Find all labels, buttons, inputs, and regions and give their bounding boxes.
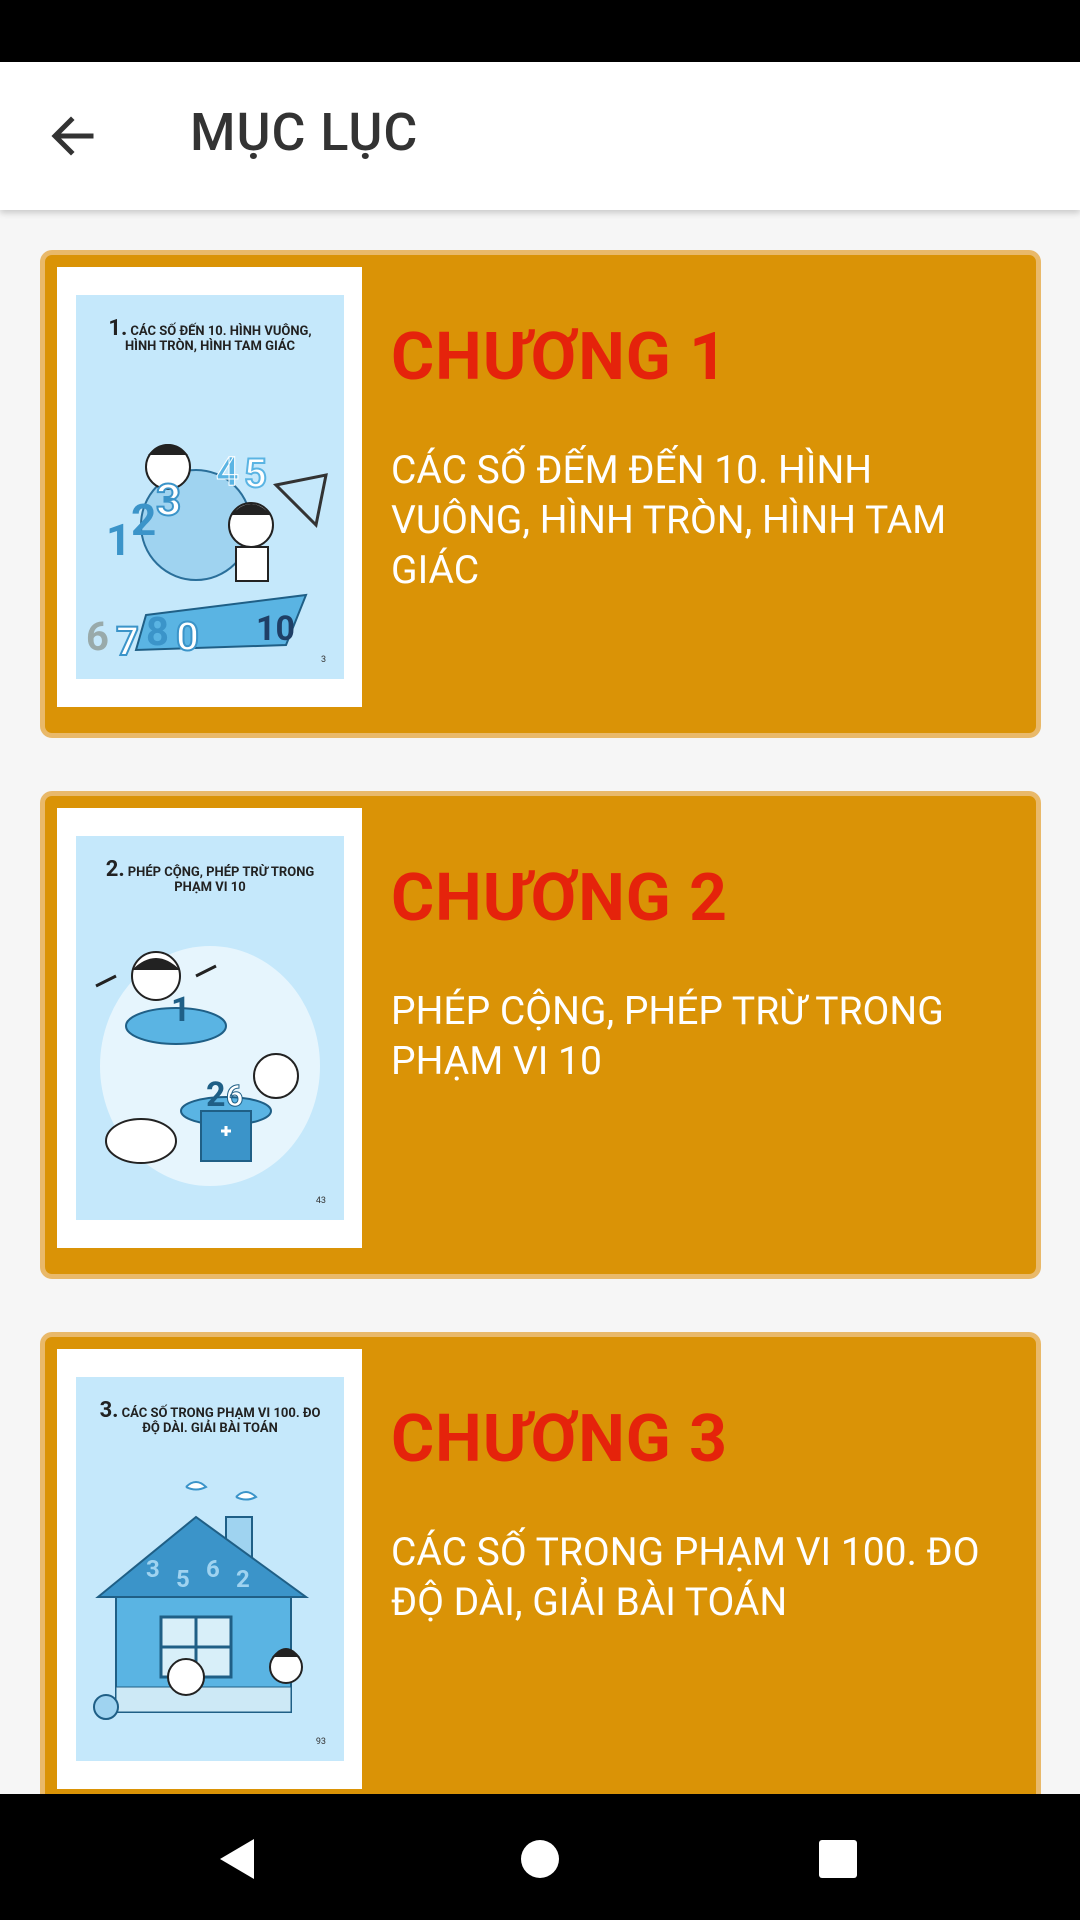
svg-text:5: 5	[176, 1565, 190, 1593]
svg-text:5: 5	[244, 450, 267, 497]
svg-text:1: 1	[171, 990, 191, 1030]
app-bar: MỤC LỤC	[0, 62, 1080, 210]
cover-title: 2. PHÉP CỘNG, PHÉP TRỪ TRONG PHẠM VI 10	[105, 857, 315, 896]
svg-text:1: 1	[106, 514, 131, 566]
back-button[interactable]	[30, 98, 116, 174]
arrow-left-icon	[51, 116, 94, 156]
kids-magic-hat-illustration: 1 2 6	[95, 946, 320, 1186]
chapter-cover-3: 3. CÁC SỐ TRONG PHẠM VI 100. ĐO ĐỘ DÀI. G…	[57, 1349, 362, 1789]
triangle-back-icon	[220, 1839, 254, 1879]
cover-illustration: 3. CÁC SỐ TRONG PHẠM VI 100. ĐO ĐỘ DÀI. G…	[76, 1377, 344, 1761]
svg-text:0: 0	[176, 613, 199, 660]
chapter-heading: CHƯƠNG 2	[391, 860, 729, 937]
status-bar	[0, 0, 1080, 62]
chapter-card-2[interactable]: 2. PHÉP CỘNG, PHÉP TRỪ TRONG PHẠM VI 10 1…	[40, 791, 1041, 1279]
cover-title: 3. CÁC SỐ TRONG PHẠM VI 100. ĐO ĐỘ DÀI. G…	[99, 1398, 321, 1437]
svg-text:8: 8	[146, 608, 169, 655]
chapter-heading: CHƯƠNG 3	[391, 1401, 729, 1478]
svg-text:3: 3	[146, 1555, 160, 1583]
chapter-cover-2: 2. PHÉP CỘNG, PHÉP TRỪ TRONG PHẠM VI 10 1…	[57, 808, 362, 1248]
svg-text:10: 10	[256, 609, 295, 649]
chapter-description: PHÉP CỘNG, PHÉP TRỪ TRONG PHẠM VI 10	[391, 988, 944, 1084]
cover-page-number: 3	[320, 655, 326, 665]
system-nav-bar	[0, 1794, 1080, 1920]
chapter-cover-1: 1. CÁC SỐ ĐẾN 10. HÌNH VUÔNG, HÌNH TRÒN, …	[57, 267, 362, 707]
house-illustration: 3 5 6 2	[93, 1481, 310, 1720]
chapter-heading: CHƯƠNG 1	[391, 319, 729, 396]
svg-text:7: 7	[116, 618, 139, 665]
page-title: MỤC LỤC	[190, 102, 419, 163]
svg-text:6: 6	[206, 1555, 220, 1583]
svg-text:6: 6	[226, 1079, 243, 1114]
cover-title: 1. CÁC SỐ ĐẾN 10. HÌNH VUÔNG, HÌNH TRÒN, …	[108, 316, 312, 355]
svg-text:3: 3	[156, 474, 181, 526]
svg-text:4: 4	[216, 448, 239, 495]
cover-illustration: 2. PHÉP CỘNG, PHÉP TRỪ TRONG PHẠM VI 10 1…	[76, 836, 344, 1220]
chapter-card-3[interactable]: 3. CÁC SỐ TRONG PHẠM VI 100. ĐO ĐỘ DÀI. G…	[40, 1332, 1041, 1794]
chapter-description: CÁC SỐ TRONG PHẠM VI 100. ĐO ĐỘ DÀI, GIẢ…	[391, 1529, 980, 1625]
chapter-card-1[interactable]: 1. CÁC SỐ ĐẾN 10. HÌNH VUÔNG, HÌNH TRÒN, …	[40, 250, 1041, 738]
cover-page-number: 43	[315, 1196, 326, 1206]
cover-page-number: 93	[315, 1737, 326, 1747]
chapter-description: CÁC SỐ ĐẾM ĐẾN 10. HÌNH VUÔNG, HÌNH TRÒN…	[391, 447, 947, 593]
nav-back-button[interactable]	[203, 1824, 273, 1894]
svg-text:6: 6	[86, 613, 109, 660]
svg-text:2: 2	[131, 494, 156, 546]
svg-text:2: 2	[206, 1075, 226, 1115]
chapter-list[interactable]: 1. CÁC SỐ ĐẾN 10. HÌNH VUÔNG, HÌNH TRÒN, …	[0, 210, 1080, 1794]
kids-numbers-illustration: 4 5 1 2 3 6 7 8 0 10	[86, 444, 328, 666]
square-recents-icon	[819, 1840, 857, 1878]
circle-home-icon	[521, 1840, 559, 1878]
cover-illustration: 1. CÁC SỐ ĐẾN 10. HÌNH VUÔNG, HÌNH TRÒN, …	[76, 295, 344, 679]
svg-text:2: 2	[236, 1565, 250, 1593]
nav-recents-button[interactable]	[803, 1824, 873, 1894]
nav-home-button[interactable]	[505, 1824, 575, 1894]
